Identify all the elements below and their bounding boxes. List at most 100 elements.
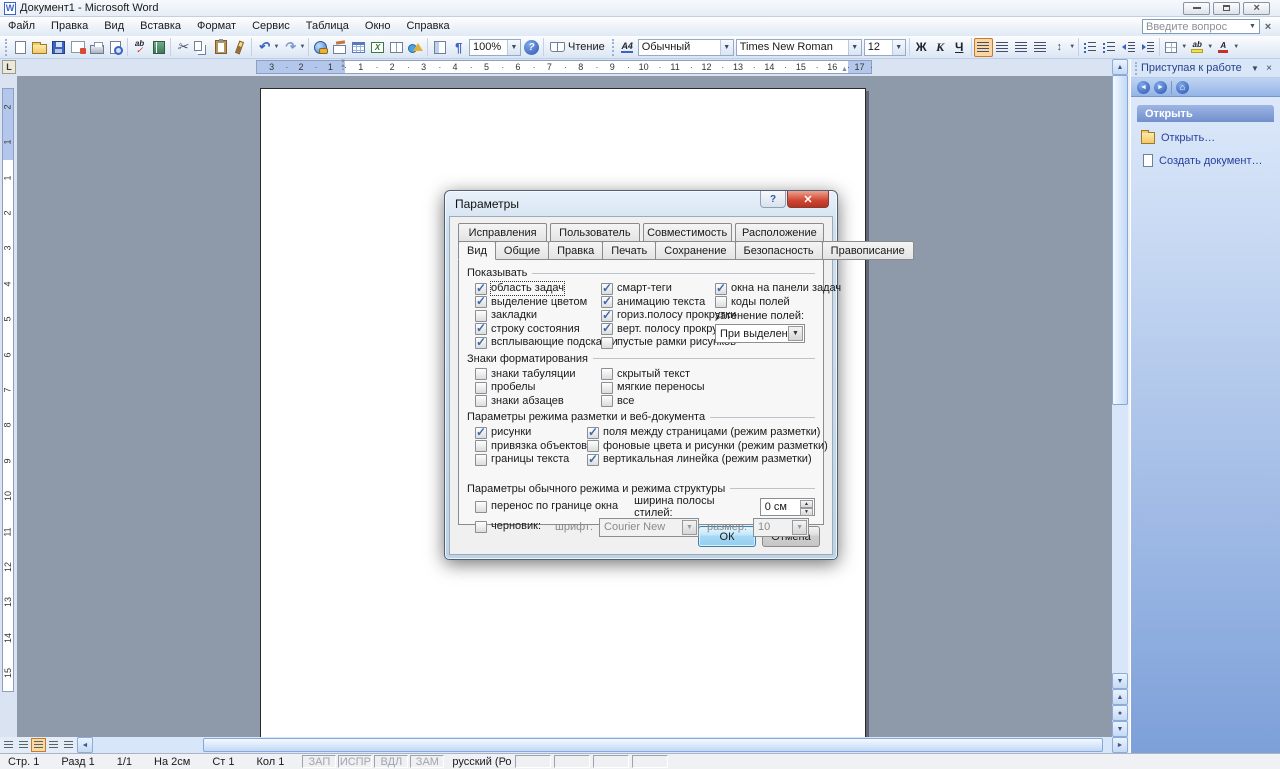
tab-selector[interactable]: L — [2, 60, 16, 74]
research-button[interactable] — [149, 38, 168, 57]
save-button[interactable] — [49, 38, 68, 57]
format-painter-button[interactable] — [230, 38, 249, 57]
checkbox[interactable] — [475, 395, 487, 407]
scroll-left-icon[interactable]: ◄ — [77, 737, 93, 753]
horizontal-scroll-thumb[interactable] — [203, 738, 1103, 752]
status-toggle[interactable]: ВДЛ — [374, 755, 408, 768]
close-icon[interactable]: × — [1260, 21, 1276, 33]
menu-item[interactable]: Вставка — [132, 17, 189, 36]
scroll-right-icon[interactable]: ► — [1112, 737, 1128, 753]
checkbox[interactable] — [601, 368, 613, 380]
previous-page-icon[interactable]: ▲ — [1112, 689, 1128, 705]
decrease-indent-button[interactable] — [1119, 38, 1138, 57]
checkbox[interactable] — [475, 440, 487, 452]
styles-panel-button[interactable]: A4 — [618, 38, 637, 57]
close-icon[interactable]: × — [1262, 63, 1276, 74]
numbered-list-button[interactable] — [1081, 38, 1100, 57]
checkbox-option[interactable]: поля между страницами (режим разметки) — [587, 426, 828, 439]
checkbox-option[interactable]: границы текста — [475, 453, 587, 466]
restore-button[interactable] — [1213, 2, 1240, 15]
checkbox-option[interactable]: рисунки — [475, 426, 587, 439]
spin-up-icon[interactable]: ▲ — [800, 500, 813, 508]
home-icon[interactable]: ⌂ — [1176, 81, 1189, 94]
font-combobox[interactable]: Times New Roman ▼ — [736, 39, 862, 56]
chevron-down-icon[interactable]: ▼ — [848, 40, 861, 55]
horizontal-scrollbar[interactable]: ◄ ► — [0, 737, 1128, 753]
checkbox-option[interactable]: привязка объектов — [475, 440, 587, 453]
zoom-combobox[interactable]: 100% ▼ — [469, 39, 521, 56]
cut-button[interactable] — [173, 38, 192, 57]
vertical-ruler[interactable]: 21 123456789101112131415 — [0, 76, 17, 737]
next-page-icon[interactable]: ▼ — [1112, 721, 1128, 737]
checkbox[interactable] — [475, 283, 487, 295]
menu-item[interactable]: Формат — [189, 17, 244, 36]
paste-button[interactable] — [211, 38, 230, 57]
align-right-button[interactable] — [1012, 38, 1031, 57]
indent-marker[interactable]: ▼▲▪ — [340, 60, 346, 72]
status-toggle[interactable]: ЗАМ — [410, 755, 444, 768]
insert-excel-button[interactable] — [368, 38, 387, 57]
help-button[interactable] — [522, 38, 541, 57]
checkbox[interactable] — [475, 521, 487, 533]
redo-button[interactable] — [280, 38, 299, 57]
borders-button[interactable] — [1162, 38, 1181, 57]
checkbox[interactable] — [715, 283, 727, 295]
print-preview-button[interactable] — [106, 38, 125, 57]
chevron-down-icon[interactable]: ▼ — [720, 40, 733, 55]
dialog-tab[interactable]: Печать — [602, 241, 656, 260]
checkbox[interactable] — [601, 323, 613, 335]
dialog-tab[interactable]: Совместимость — [643, 223, 732, 242]
dialog-tab[interactable]: Правка — [548, 241, 603, 260]
dialog-tab[interactable]: Правописание — [822, 241, 914, 260]
checkbox[interactable] — [475, 296, 487, 308]
chevron-down-icon[interactable]: ▼ — [1248, 64, 1262, 73]
ask-question-input[interactable]: Введите вопрос ▼ — [1142, 19, 1260, 34]
style-combobox[interactable]: Обычный ▼ — [638, 39, 734, 56]
checkbox-option[interactable]: все — [601, 395, 715, 408]
vertical-scrollbar[interactable]: ▲ ▼ ▲ ● ▼ — [1112, 59, 1128, 737]
scroll-up-icon[interactable]: ▲ — [1112, 59, 1128, 75]
checkbox[interactable] — [475, 427, 487, 439]
chevron-down-icon[interactable]: ▼ — [892, 40, 905, 55]
checkbox-option[interactable]: выделение цветом — [475, 296, 601, 309]
checkbox-option[interactable]: строку состояния — [475, 323, 601, 336]
line-spacing-button[interactable] — [1050, 38, 1069, 57]
toolbar-grip[interactable] — [5, 39, 8, 56]
print-layout-button[interactable] — [31, 738, 46, 752]
checkbox-option[interactable]: знаки абзацев — [475, 395, 601, 408]
columns-button[interactable] — [387, 38, 406, 57]
checkbox-option[interactable]: верт. полосу прокрутки — [601, 323, 715, 336]
checkbox[interactable] — [475, 310, 487, 322]
status-toggle[interactable]: ИСПР — [338, 755, 372, 768]
checkbox[interactable] — [475, 368, 487, 380]
minimize-button[interactable] — [1183, 2, 1210, 15]
checkbox[interactable] — [475, 382, 487, 394]
checkbox[interactable] — [601, 283, 613, 295]
bullet-list-button[interactable] — [1100, 38, 1119, 57]
justify-button[interactable] — [1031, 38, 1050, 57]
spelling-button[interactable] — [130, 38, 149, 57]
forward-icon[interactable]: ► — [1154, 81, 1167, 94]
checkbox-option[interactable]: закладки — [475, 309, 601, 322]
menu-item[interactable]: Файл — [0, 17, 43, 36]
menu-item[interactable]: Справка — [398, 17, 457, 36]
toolbar-grip[interactable] — [612, 39, 615, 56]
highlight-button[interactable]: ab — [1188, 38, 1207, 57]
checkbox-option[interactable]: смарт-теги — [601, 282, 715, 295]
checkbox[interactable] — [475, 323, 487, 335]
insert-hyperlink-button[interactable] — [311, 38, 330, 57]
align-left-button[interactable] — [974, 38, 993, 57]
show-marks-button[interactable] — [449, 38, 468, 57]
increase-indent-button[interactable] — [1138, 38, 1157, 57]
checkbox-option[interactable]: черновик: — [475, 520, 541, 533]
vertical-scroll-thumb[interactable] — [1112, 75, 1128, 405]
back-icon[interactable]: ◄ — [1137, 81, 1150, 94]
checkbox[interactable] — [587, 427, 599, 439]
checkbox-option[interactable]: коды полей — [715, 296, 841, 309]
dialog-tab[interactable]: Общие — [495, 241, 549, 260]
select-browse-object-icon[interactable]: ● — [1112, 705, 1128, 721]
checkbox[interactable] — [601, 337, 613, 349]
task-pane-section-header[interactable]: Открыть — [1137, 105, 1274, 122]
status-language[interactable]: русский (Ро — [452, 756, 511, 768]
scroll-down-icon[interactable]: ▼ — [1112, 673, 1128, 689]
